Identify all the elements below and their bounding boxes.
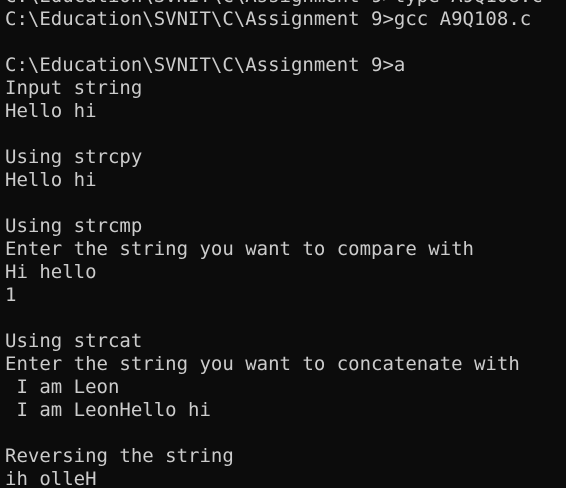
- console-line-input-value: Hello hi: [5, 100, 97, 122]
- console-line-run-command: C:\Education\SVNIT\C\Assignment 9>a: [5, 54, 406, 76]
- console-line-strcat-heading: Using strcat: [5, 330, 143, 352]
- console-line-reverse-result: ih olleH: [5, 468, 97, 488]
- console-line-strcmp-input: Hi hello: [5, 261, 97, 283]
- console-line-strcpy-result: Hello hi: [5, 169, 97, 191]
- console-line-strcmp-result: 1: [5, 284, 17, 306]
- console-line-blank: [5, 422, 543, 445]
- console-line-input-prompt: Input string: [5, 77, 143, 99]
- console-line-blank: [5, 307, 543, 330]
- console-line-strcat-input: I am Leon: [5, 376, 120, 398]
- console-line-strcat-result: I am LeonHello hi: [5, 399, 211, 421]
- console-window[interactable]: C:\Education\SVNIT\C\Assignment 9>type A…: [0, 0, 566, 488]
- console-line-blank: [5, 192, 543, 215]
- console-line-strcmp-prompt: Enter the string you want to compare wit…: [5, 238, 474, 260]
- console-line-strcat-prompt: Enter the string you want to concatenate…: [5, 353, 520, 375]
- console-output: C:\Education\SVNIT\C\Assignment 9>type A…: [5, 0, 543, 488]
- console-line-strcmp-heading: Using strcmp: [5, 215, 143, 237]
- console-line-strcpy-heading: Using strcpy: [5, 146, 143, 168]
- console-line-blank: [5, 31, 543, 54]
- console-line-blank: [5, 123, 543, 146]
- console-line-gcc-command: C:\Education\SVNIT\C\Assignment 9>gcc A9…: [5, 8, 532, 30]
- console-line-cut-off: C:\Education\SVNIT\C\Assignment 9>type A…: [5, 0, 543, 8]
- console-line-reverse-heading: Reversing the string: [5, 445, 234, 467]
